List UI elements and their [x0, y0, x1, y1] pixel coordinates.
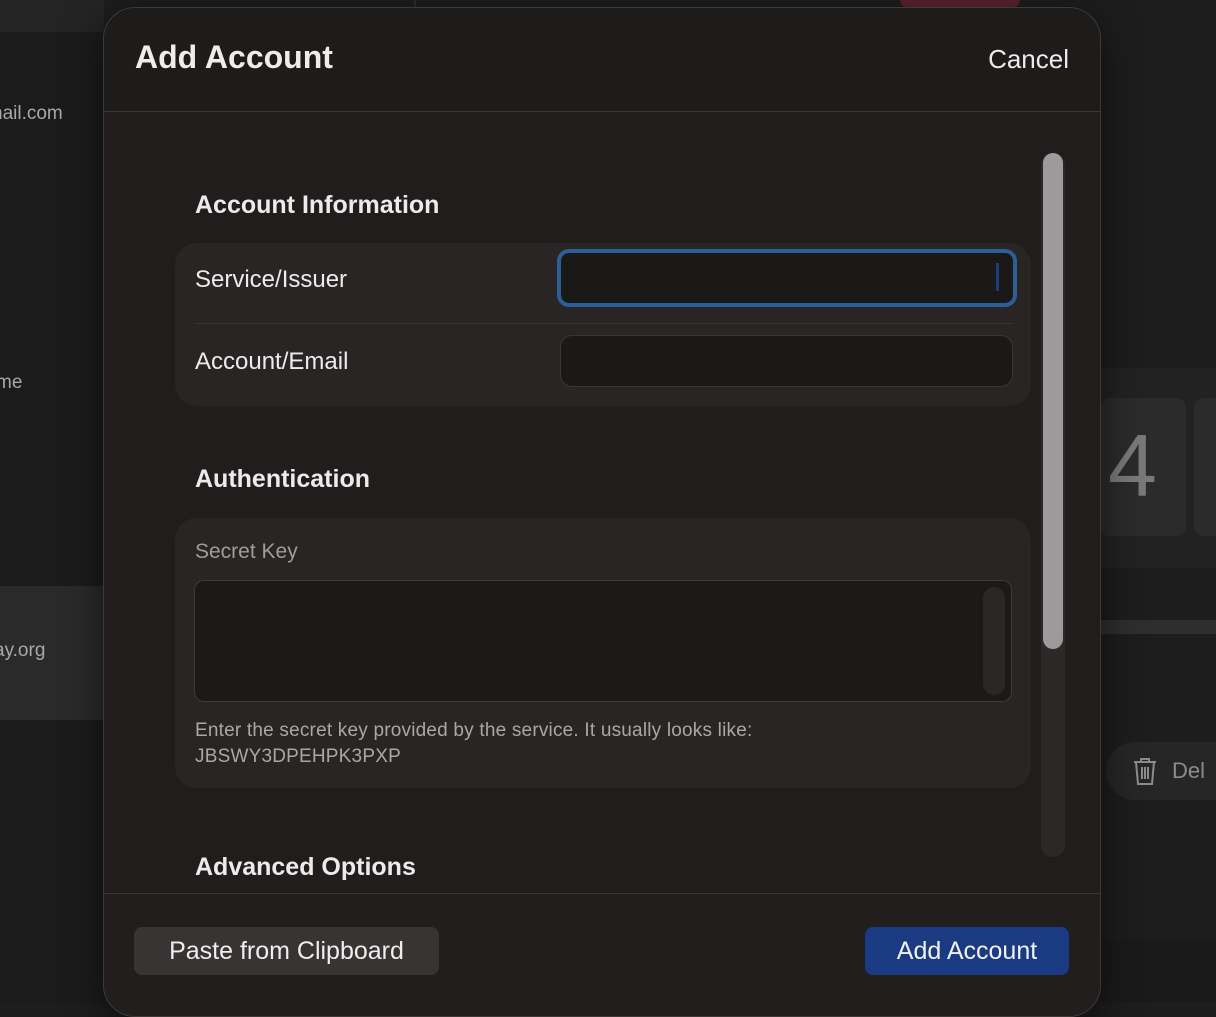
secret-key-example: JBSWY3DPEHPK3PXP	[195, 746, 401, 767]
service-issuer-label: Service/Issuer	[195, 266, 348, 293]
dialog-title: Add Account	[135, 39, 333, 75]
section-title-authentication: Authentication	[195, 465, 370, 493]
section-title-account-information: Account Information	[195, 191, 440, 219]
trash-icon	[1134, 758, 1156, 785]
background-sidebar-header	[0, 0, 104, 32]
background-sidebar: nail.com me ay.org	[0, 0, 104, 1002]
secret-key-textarea[interactable]	[194, 580, 1012, 702]
background-delete-label: Del	[1172, 758, 1206, 783]
add-account-dialog: Add Account Cancel Account Information S…	[103, 7, 1101, 1017]
dialog-scroll-area[interactable]: Account Information Service/Issuer Accou…	[104, 113, 1100, 893]
secret-key-label: Secret Key	[195, 540, 298, 563]
secret-key-help-text: Enter the secret key provided by the ser…	[195, 718, 995, 770]
background-sidebar-text: nail.com	[0, 103, 63, 124]
service-issuer-input[interactable]	[557, 249, 1017, 307]
row-divider	[195, 323, 1013, 324]
account-email-input[interactable]	[560, 335, 1013, 387]
background-code-digit: 4	[1108, 416, 1157, 515]
account-information-group: Service/Issuer Account/Email	[175, 243, 1031, 406]
account-email-label: Account/Email	[195, 348, 349, 375]
background-bottom-area	[1100, 940, 1216, 1002]
background-sidebar-text: me	[0, 372, 23, 393]
text-caret	[996, 263, 999, 291]
background-delete-button: Del	[1106, 742, 1216, 800]
section-title-advanced-options: Advanced Options	[195, 853, 416, 881]
cancel-button[interactable]: Cancel	[988, 44, 1069, 75]
background-digit-box	[1194, 398, 1216, 536]
secret-key-help-line: Enter the secret key provided by the ser…	[195, 720, 753, 741]
textarea-scrollbar[interactable]	[983, 587, 1005, 695]
add-account-button[interactable]: Add Account	[865, 927, 1069, 975]
dialog-scrollbar-thumb[interactable]	[1043, 153, 1063, 649]
dialog-footer: Paste from Clipboard Add Account	[104, 893, 1100, 1016]
authentication-group: Secret Key Enter the secret key provided…	[175, 518, 1031, 788]
background-sidebar-text: ay.org	[0, 640, 46, 661]
dialog-header: Add Account Cancel	[104, 8, 1100, 112]
background-progress-bar	[1100, 620, 1216, 634]
paste-from-clipboard-button[interactable]: Paste from Clipboard	[134, 927, 439, 975]
